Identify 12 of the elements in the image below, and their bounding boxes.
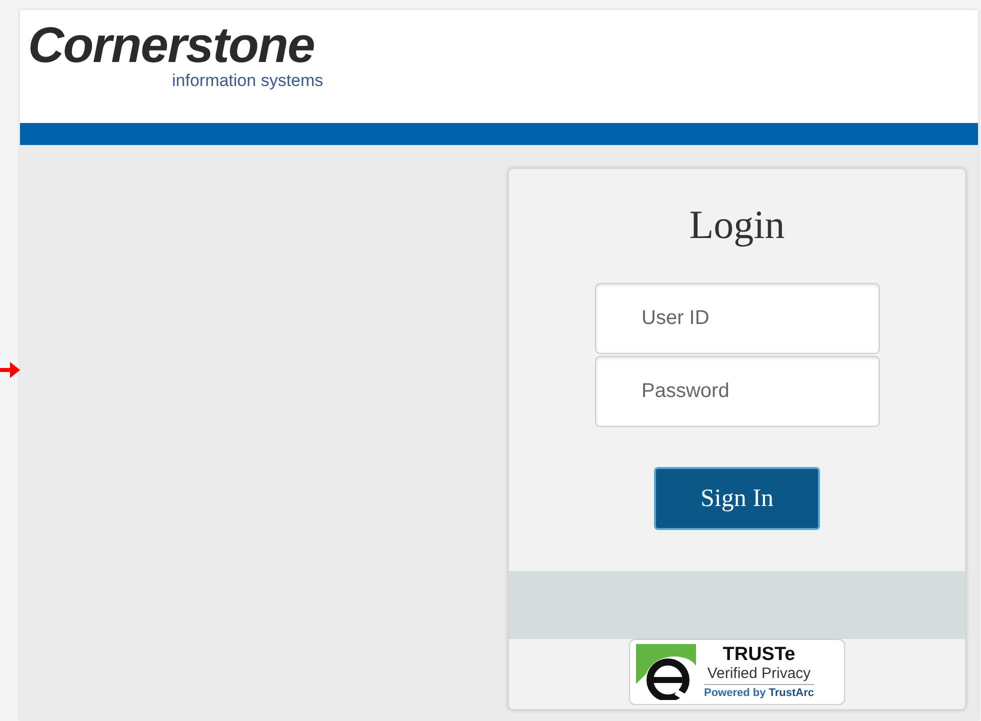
input-field[interactable]: User ID — [594, 283, 880, 354]
login-title: Login — [689, 201, 785, 249]
logo-tagline: information systems — [172, 72, 324, 90]
powered-by-text: Powered by — [704, 686, 766, 700]
logo-name: Cornerstone — [28, 18, 314, 72]
trustarc-text: TrustArc — [768, 686, 814, 700]
truste-title: TRUSTe — [722, 644, 796, 664]
verified-privacy-text: Verified Privacy — [707, 664, 811, 682]
input-field[interactable]: Password — [594, 356, 880, 427]
truste-badge[interactable]: TRUSTe Verified Privacy Powered by TrustArc — [629, 639, 845, 705]
arrow-icon — [0, 362, 20, 378]
sign-in-button[interactable]: Sign In — [654, 467, 820, 530]
